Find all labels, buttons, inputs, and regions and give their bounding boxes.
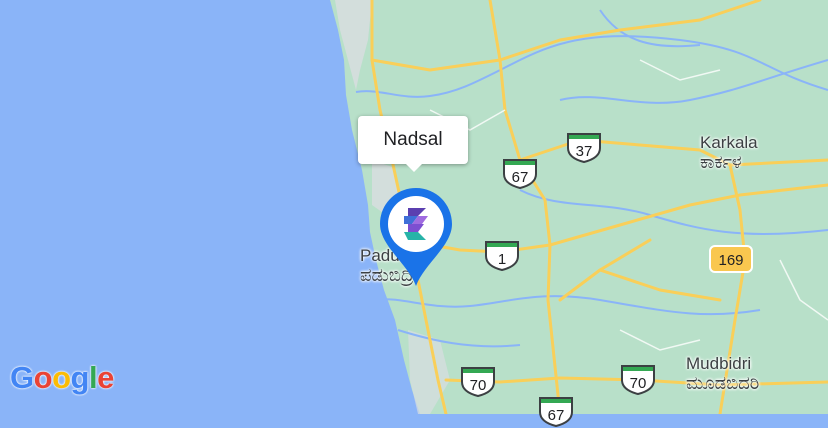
route-shield-1: 1 — [485, 241, 519, 272]
place-label-karkala[interactable]: Karkala ಕಾರ್ಕಳ — [700, 133, 758, 173]
svg-text:67: 67 — [512, 169, 529, 186]
svg-text:70: 70 — [630, 375, 647, 392]
svg-text:169: 169 — [718, 252, 743, 269]
route-shield-70-east: 70 — [621, 365, 655, 396]
route-shield-37: 37 — [567, 133, 601, 164]
callout-label: Nadsal — [383, 129, 443, 150]
place-label-mudbidri[interactable]: Mudbidri ಮೂಡಬಿದರಿ — [686, 354, 759, 394]
map-pin-marker[interactable] — [378, 186, 454, 288]
selected-place-callout[interactable]: Nadsal — [358, 116, 468, 172]
google-letter: o — [33, 360, 53, 395]
google-letter: e — [97, 360, 114, 395]
svg-text:37: 37 — [576, 143, 593, 160]
place-local-name: ಮೂಡಬಿದರಿ — [686, 372, 760, 394]
google-letter: g — [70, 360, 90, 395]
svg-text:1: 1 — [498, 251, 506, 268]
google-logo: Google — [10, 360, 114, 396]
google-letter: G — [10, 360, 34, 395]
route-shield-169: 169 — [709, 245, 753, 273]
place-name: Karkala — [700, 133, 758, 152]
place-name: Mudbidri — [686, 354, 752, 373]
svg-text:67: 67 — [548, 407, 565, 424]
place-local-name: ಕಾರ್ಕಳ — [700, 151, 742, 173]
google-letter: l — [88, 360, 98, 395]
route-shield-70-west: 70 — [461, 367, 495, 398]
route-shield-67-south: 67 — [539, 397, 573, 428]
route-shield-67: 67 — [503, 159, 537, 190]
svg-text:70: 70 — [470, 377, 487, 394]
google-letter: o — [52, 360, 71, 395]
